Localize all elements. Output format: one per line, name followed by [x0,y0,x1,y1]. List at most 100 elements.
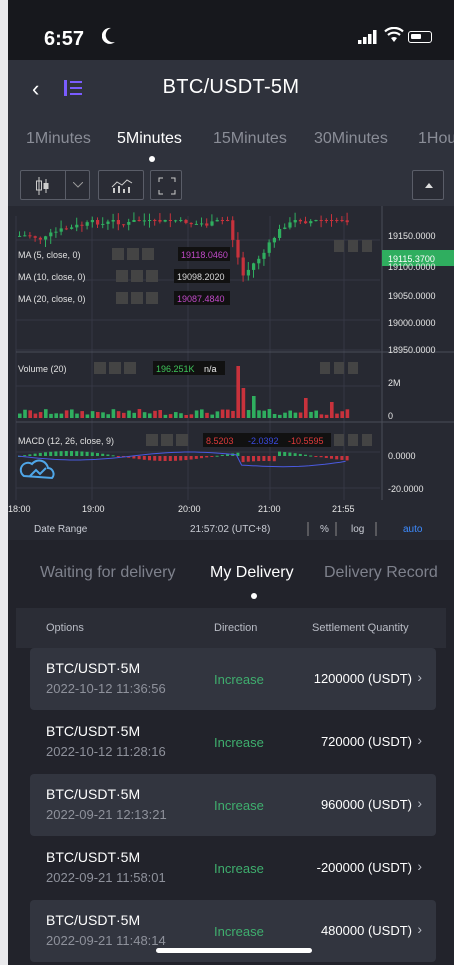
macd-bar [257,456,261,462]
candle-body [293,220,297,223]
price-tick: 19150.0000 [388,231,436,241]
chart-type-select[interactable] [20,170,90,200]
macd-bar [174,456,177,461]
candlestick-chart[interactable]: MA (5, close, 0) 19118.0460 MA (10, clos… [8,206,454,540]
candle-body [319,220,323,221]
macd-bar [163,456,167,461]
macd-bar [200,456,203,459]
candle-body [257,258,261,264]
col-settlement-quantity: Settlement Quantity [312,622,409,634]
candle-body [49,232,53,237]
volume-bar [330,402,334,418]
tab-15-minutes[interactable]: 15Minutes [213,130,287,148]
indicators-button[interactable] [98,170,144,200]
chevron-right-icon: › [417,921,422,937]
tab-waiting-for-delivery[interactable]: Waiting for delivery [40,564,175,582]
candle-body [226,220,230,221]
row-direction: Increase [214,924,264,939]
delivery-row[interactable]: BTC/USDT·5M 2022-09-21 11:58:01 Increase… [30,837,436,899]
candle-body [236,239,240,258]
macd-bar [330,456,333,459]
volume-bar [210,414,214,418]
collapse-button[interactable] [412,170,444,200]
volume-bar [168,414,173,418]
volume-bar [116,411,121,418]
chevron-right-icon: › [417,669,422,685]
volume-bar [49,413,53,418]
tab-5-minutes[interactable]: 5Minutes [117,130,182,148]
nav-bar: ‹ BTC/USDT-5M [8,60,454,116]
ma20-value: 19087.4840 [177,294,225,304]
battery-icon [408,31,432,43]
candle-body [241,257,245,276]
candle-body [158,220,162,222]
row-pair: BTC/USDT·5M [46,849,141,865]
row-datetime: 2022-09-21 11:48:14 [46,933,166,948]
time-tick: 19:00 [82,504,105,514]
row-quantity: 480000 (USDT) [320,923,412,938]
macd-bar [96,453,99,456]
macd-bar [75,451,79,456]
row-quantity: -200000 (USDT) [316,860,412,875]
macd-bar [85,451,89,456]
volume-bar [44,409,48,418]
tab-my-delivery[interactable]: My Delivery [210,564,294,582]
volume-bar [85,414,90,418]
home-indicator[interactable] [156,948,312,953]
tab-30-minutes[interactable]: 30Minutes [314,130,388,148]
volume-bar [75,413,79,418]
candle-body [54,231,58,233]
chart-canvas[interactable]: MA (5, close, 0) 19118.0460 MA (10, clos… [8,206,454,540]
macd-bar [246,456,250,462]
percent-toggle[interactable]: % [320,524,329,535]
candle-body [330,220,334,221]
candle-body [252,263,256,270]
delivery-row[interactable]: BTC/USDT·5M 2022-09-21 12:13:21 Increase… [30,774,436,836]
price-tick: 18950.0000 [388,345,436,355]
macd-bar [158,456,162,461]
date-range-button[interactable]: Date Range [34,524,88,535]
tab-1-hour[interactable]: 1Hou [418,130,454,148]
macd-bar [54,451,58,456]
log-toggle[interactable]: log [351,524,364,535]
delivery-row[interactable]: BTC/USDT·5M 2022-10-12 11:36:56 Increase… [30,648,436,710]
candle-body [262,252,266,259]
macd-bar [116,456,120,457]
ma10-label: MA (10, close, 0) [18,272,86,282]
macd-bar [189,456,193,460]
macd-bar [44,452,47,456]
volume-bar [174,412,178,418]
candle-body [210,221,214,226]
row-direction: Increase [214,735,264,750]
col-direction: Direction [214,622,258,634]
volume-bar [70,409,74,418]
delivery-row[interactable]: BTC/USDT·5M 2022-10-12 11:28:16 Increase… [30,711,436,773]
macd-bar [137,456,141,460]
macd-bar [324,456,328,458]
row-direction: Increase [214,861,264,876]
volume-controls [94,362,136,374]
candle-body [64,228,68,230]
volume-bar [64,410,69,418]
volume-bar [262,410,266,418]
page-title: BTC/USDT-5M [162,76,300,98]
volume-bar [101,412,105,418]
tab-1-minutes[interactable]: 1Minutes [26,130,91,148]
macd-bar [194,456,198,459]
row-datetime: 2022-10-12 11:28:16 [46,744,166,759]
tab-delivery-record[interactable]: Delivery Record [324,564,438,582]
time-tick: 18:00 [8,504,31,514]
volume-value: 196.251K [156,364,195,374]
volume-bar [298,412,303,418]
candle-body [267,242,271,253]
volume-bar [215,411,220,418]
candle-body [75,224,79,228]
candle-body [246,269,250,276]
auto-toggle[interactable]: auto [403,524,423,535]
volume-bar [314,410,318,418]
macd-bar [319,456,323,458]
fullscreen-button[interactable] [150,170,182,200]
volume-bar [231,410,235,418]
volume-bar [80,411,84,418]
status-time: 6:57 [44,28,85,50]
